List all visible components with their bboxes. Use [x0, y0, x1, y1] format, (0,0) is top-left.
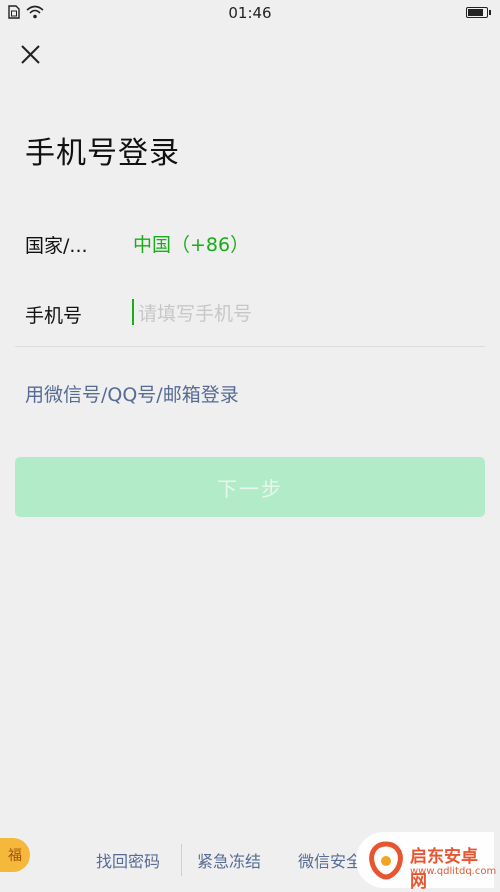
country-label: 国家/...	[25, 235, 88, 257]
next-button[interactable]: 下一步	[15, 457, 485, 517]
country-selector[interactable]: 中国（+86）	[133, 230, 249, 257]
phone-field-wrapper	[132, 296, 472, 332]
watermark-url: www.qdlitdq.com	[410, 866, 497, 877]
status-time: 01:46	[228, 4, 272, 22]
close-button[interactable]	[16, 40, 46, 70]
phone-input[interactable]	[136, 296, 470, 332]
watermark: 启东安卓网 www.qdlitdq.com	[356, 832, 497, 892]
footer-separator	[181, 844, 182, 876]
phone-label: 手机号	[25, 305, 83, 327]
footer-link-wechat-security[interactable]: 微信安全	[298, 848, 362, 872]
text-caret	[132, 299, 134, 325]
close-icon	[21, 45, 40, 64]
divider	[15, 346, 485, 347]
page-title: 手机号登录	[25, 136, 180, 171]
footer-link-emergency-freeze[interactable]: 紧急冻结	[197, 848, 261, 872]
watermark-logo-icon	[369, 841, 403, 880]
battery-icon	[466, 7, 491, 18]
alt-login-link[interactable]: 用微信号/QQ号/邮箱登录	[25, 380, 239, 407]
status-bar: 01:46	[0, 0, 500, 28]
footer-link-recover-password[interactable]: 找回密码	[96, 848, 160, 872]
